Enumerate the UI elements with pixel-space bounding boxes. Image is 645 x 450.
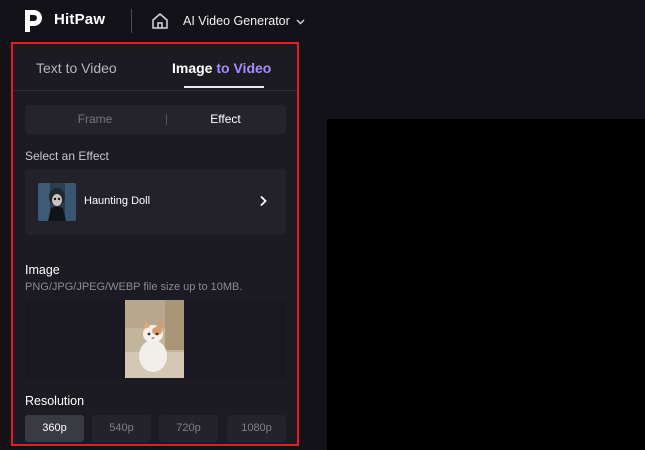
tab-image-to-video[interactable]: Image to Video	[172, 60, 271, 76]
brand-name[interactable]: HitPaw	[54, 11, 105, 28]
option-frame[interactable]: Frame	[25, 105, 165, 134]
app-selector-dropdown[interactable]: AI Video Generator	[183, 12, 305, 30]
resolution-title: Resolution	[25, 394, 85, 408]
option-effect[interactable]: Effect	[165, 105, 286, 134]
chevron-down-icon	[296, 19, 305, 24]
video-preview-area	[327, 119, 645, 450]
mode-tabs: Text to Video Image to Video	[13, 44, 297, 91]
image-section-title: Image	[25, 263, 60, 277]
effect-thumbnail	[38, 183, 76, 221]
resolution-720p-button[interactable]: 720p	[159, 415, 218, 442]
tab-label-highlight: to Video	[216, 60, 272, 76]
chevron-right-icon	[260, 195, 267, 207]
effect-name: Haunting Doll	[84, 195, 151, 207]
image-upload-area[interactable]	[25, 300, 286, 378]
app-name: AI Video Generator	[183, 14, 290, 28]
hitpaw-logo-icon[interactable]	[22, 8, 46, 34]
generator-panel: Text to Video Image to Video Frame Effec…	[11, 42, 299, 446]
frame-effect-switch: Frame Effect	[25, 105, 286, 134]
active-tab-indicator	[184, 86, 264, 88]
effect-selector[interactable]: Haunting Doll	[25, 169, 286, 235]
resolution-540p-button[interactable]: 540p	[92, 415, 151, 442]
uploaded-cat-image	[125, 300, 184, 378]
image-format-hint: PNG/JPG/JPEG/WEBP file size up to 10MB.	[25, 281, 243, 293]
home-icon[interactable]	[151, 12, 169, 30]
resolution-360p-button[interactable]: 360p	[25, 415, 84, 442]
top-bar: HitPaw AI Video Generator	[0, 0, 645, 42]
select-effect-label: Select an Effect	[25, 149, 109, 163]
tab-label-part: Image	[172, 60, 217, 76]
header-divider	[131, 9, 132, 33]
tab-text-to-video[interactable]: Text to Video	[36, 60, 117, 76]
resolution-1080p-button[interactable]: 1080p	[227, 415, 286, 442]
